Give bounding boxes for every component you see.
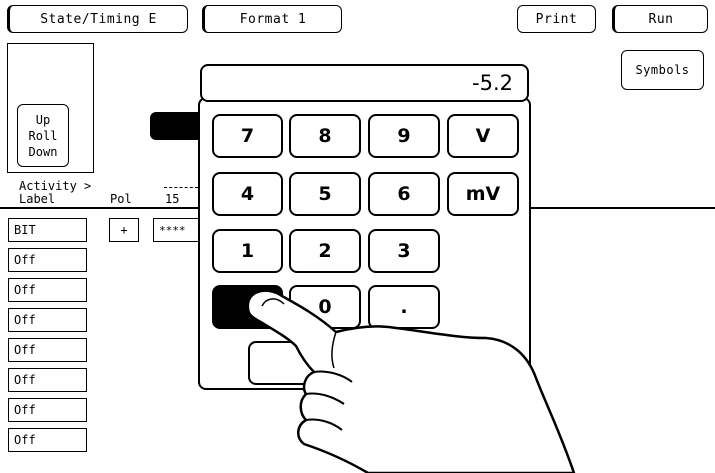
hand-illustration — [246, 289, 576, 473]
